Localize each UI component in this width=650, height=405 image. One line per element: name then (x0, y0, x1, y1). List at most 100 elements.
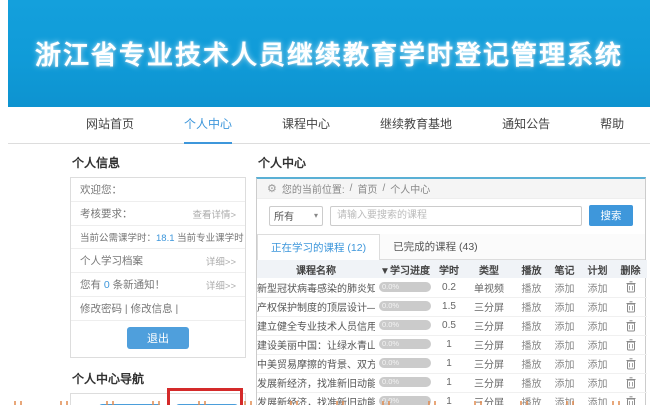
change-info-link[interactable]: 修改信息 (131, 303, 173, 315)
change-password-link[interactable]: 修改密码 (80, 303, 122, 315)
trash-icon[interactable] (626, 301, 636, 313)
clipped-bottom-content (0, 401, 650, 405)
course-name: 发展新经济，找准新旧动能转换... (257, 373, 375, 392)
center-nav-title: 个人中心导航 (72, 370, 246, 387)
header-play: 播放 (515, 260, 548, 278)
nav-item-course-center[interactable]: 课程中心 (282, 107, 330, 144)
archive-row: 个人学习档案 详细>> (71, 249, 245, 273)
chevron-down-icon: ▾ (314, 211, 318, 220)
breadcrumb-separator: / (350, 183, 353, 194)
add-note-link[interactable]: 添加 (555, 284, 575, 295)
notice-details-link[interactable]: 详细>> (206, 278, 236, 292)
nav-item-help[interactable]: 帮助 (600, 107, 624, 144)
play-link[interactable]: 播放 (522, 303, 542, 314)
page: 浙江省专业技术人员继续教育学时登记管理系统 网站首页 个人中心 课程中心 继续教… (0, 0, 650, 405)
main-nav: 网站首页 个人中心 课程中心 继续教育基地 通知公告 帮助 (8, 107, 650, 144)
account-links: 修改密码 | 修改信息 | (80, 301, 178, 316)
nav-item-education-base[interactable]: 继续教育基地 (380, 107, 452, 144)
course-hours: 1 (435, 373, 463, 392)
course-hours: 1 (435, 354, 463, 373)
assessment-row: 考核要求： 查看详情> (71, 202, 245, 226)
header-hours: 学时 (435, 260, 463, 278)
add-plan-link[interactable]: 添加 (588, 379, 608, 390)
course-type: 三分屏 (463, 297, 515, 316)
course-hours: 0.5 (435, 316, 463, 335)
progress-bar: 0.0% (379, 282, 431, 292)
assessment-details-link[interactable]: 查看详情> (192, 207, 236, 221)
separator: | (125, 303, 128, 315)
breadcrumb-label: 您的当前位置: (282, 181, 345, 196)
course-table: 课程名称 ▼学习进度 学时 类型 播放 笔记 计划 删除 (257, 260, 647, 405)
add-note-link[interactable]: 添加 (555, 360, 575, 371)
add-plan-link[interactable]: 添加 (588, 303, 608, 314)
nav-item-personal-center[interactable]: 个人中心 (184, 107, 232, 144)
header-progress[interactable]: ▼学习进度 (375, 260, 435, 278)
table-row: 产权保护制度的顶层设计—— 《... 0.0% 1.5 三分屏 播放 添加 添加 (257, 297, 647, 316)
personal-info-box: 欢迎您： 考核要求： 查看详情> 当前公需课学时：18.1 当前专业课学时：0 … (70, 177, 246, 358)
add-note-link[interactable]: 添加 (555, 341, 575, 352)
course-type: 三分屏 (463, 373, 515, 392)
course-hours: 0.2 (435, 278, 463, 297)
progress-value: 0.0% (379, 377, 431, 387)
trash-icon[interactable] (626, 377, 636, 389)
breadcrumb-separator: / (382, 183, 385, 194)
tab-completed-courses[interactable]: 已完成的课程 (43) (380, 234, 491, 259)
site-title: 浙江省专业技术人员继续教育学时登记管理系统 (35, 35, 623, 72)
add-plan-link[interactable]: 添加 (588, 284, 608, 295)
course-name: 建设美丽中国：让绿水青山变成... (257, 335, 375, 354)
archive-details-link[interactable]: 详细>> (206, 254, 236, 268)
page-title: 个人中心 (258, 154, 646, 171)
progress-value: 0.0% (379, 320, 431, 330)
table-row: 建设美丽中国：让绿水青山变成... 0.0% 1 三分屏 播放 添加 添加 (257, 335, 647, 354)
progress-cell: 0.0% (375, 316, 435, 335)
pro-hours-label: 当前专业课学时： (177, 233, 245, 244)
course-type: 三分屏 (463, 316, 515, 335)
add-note-link[interactable]: 添加 (555, 379, 575, 390)
progress-cell: 0.0% (375, 297, 435, 316)
play-link[interactable]: 播放 (522, 379, 542, 390)
progress-value: 0.0% (379, 282, 431, 292)
nav-item-home[interactable]: 网站首页 (86, 107, 134, 144)
course-type: 三分屏 (463, 335, 515, 354)
category-select[interactable]: 所有 ▾ (269, 206, 323, 226)
progress-value: 0.0% (379, 358, 431, 368)
breadcrumb-home-link[interactable]: 首页 (357, 181, 377, 196)
trash-icon[interactable] (626, 339, 636, 351)
trash-icon[interactable] (626, 358, 636, 370)
personal-center-panel: ⚙ 您的当前位置: / 首页 / 个人中心 所有 ▾ 搜索 正在学习的 (256, 177, 646, 405)
add-plan-link[interactable]: 添加 (588, 322, 608, 333)
logout-row: 退出 (71, 321, 245, 357)
add-note-link[interactable]: 添加 (555, 322, 575, 333)
course-search-input[interactable] (330, 206, 582, 226)
archive-label: 个人学习档案 (80, 253, 143, 268)
progress-bar: 0.0% (379, 377, 431, 387)
add-plan-link[interactable]: 添加 (588, 341, 608, 352)
play-link[interactable]: 播放 (522, 341, 542, 352)
trash-icon[interactable] (626, 281, 636, 293)
play-link[interactable]: 播放 (522, 360, 542, 371)
add-plan-link[interactable]: 添加 (588, 360, 608, 371)
logout-button[interactable]: 退出 (127, 327, 189, 349)
header-type: 类型 (463, 260, 515, 278)
gear-icon: ⚙ (267, 182, 277, 195)
progress-value: 0.0% (379, 339, 431, 349)
course-search-button[interactable]: 搜索 (589, 205, 633, 226)
progress-bar: 0.0% (379, 339, 431, 349)
site-banner: 浙江省专业技术人员继续教育学时登记管理系统 (8, 0, 650, 107)
course-hours: 1.5 (435, 297, 463, 316)
trash-icon[interactable] (626, 320, 636, 332)
table-row: 中美贸易摩擦的背景、双方策略... 0.0% 1 三分屏 播放 添加 添加 (257, 354, 647, 373)
nav-item-notices[interactable]: 通知公告 (502, 107, 550, 144)
assessment-label: 考核要求： (80, 206, 133, 221)
progress-bar: 0.0% (379, 320, 431, 330)
course-hours: 1 (435, 335, 463, 354)
add-note-link[interactable]: 添加 (555, 303, 575, 314)
category-select-value: 所有 (274, 208, 294, 223)
tab-learning-courses[interactable]: 正在学习的课程 (12) (257, 234, 380, 260)
table-row: 新型冠状病毒感染的肺炎知识要点 0.0% 0.2 单视频 播放 添加 添加 (257, 278, 647, 297)
play-link[interactable]: 播放 (522, 284, 542, 295)
course-name: 中美贸易摩擦的背景、双方策略... (257, 354, 375, 373)
header-note: 笔记 (548, 260, 581, 278)
notice-text: 您有 0 条新通知！ (80, 277, 165, 292)
play-link[interactable]: 播放 (522, 322, 542, 333)
